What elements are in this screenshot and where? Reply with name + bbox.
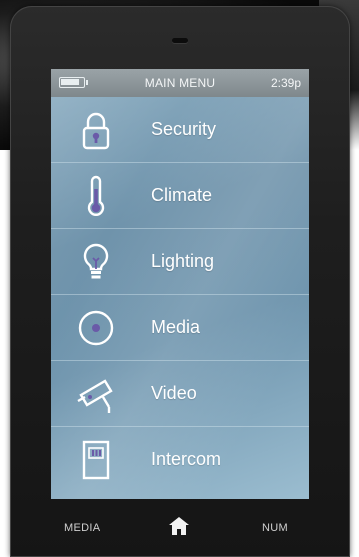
num-button[interactable]: NUM xyxy=(262,522,288,534)
speaker-grille xyxy=(172,38,188,43)
menu-label-media: Media xyxy=(151,317,201,337)
clock-time: 2:39p xyxy=(270,76,301,90)
intercom-panel-icon xyxy=(82,440,110,480)
menu-label-lighting: Lighting xyxy=(151,251,215,271)
main-menu: Security Climate Lighting Media Video In… xyxy=(51,97,309,493)
menu-label-intercom: Intercom xyxy=(151,449,222,469)
device-frame: MAIN MENU 2:39p Security Climate Lightin… xyxy=(10,6,350,557)
status-bar: MAIN MENU 2:39p xyxy=(51,69,309,97)
menu-label-climate: Climate xyxy=(151,185,213,205)
lightbulb-icon xyxy=(83,243,109,279)
menu-item-climate[interactable]: Climate xyxy=(51,163,309,229)
menu-item-security[interactable]: Security xyxy=(51,97,309,163)
menu-item-video[interactable]: Video xyxy=(51,361,309,427)
thermometer-icon xyxy=(87,175,105,216)
media-disc-icon xyxy=(78,310,114,346)
home-icon[interactable] xyxy=(168,516,190,536)
media-button[interactable]: MEDIA xyxy=(64,522,100,534)
menu-label-video: Video xyxy=(151,383,197,403)
padlock-icon xyxy=(82,112,110,150)
camera-icon xyxy=(77,379,113,413)
menu-item-media[interactable]: Media xyxy=(51,295,309,361)
menu-label-security: Security xyxy=(151,119,217,139)
hardware-button-bar: MEDIA NUM xyxy=(10,506,350,546)
touch-screen: MAIN MENU 2:39p Security Climate Lightin… xyxy=(51,69,309,499)
menu-item-lighting[interactable]: Lighting xyxy=(51,229,309,295)
menu-item-intercom[interactable]: Intercom xyxy=(51,427,309,493)
